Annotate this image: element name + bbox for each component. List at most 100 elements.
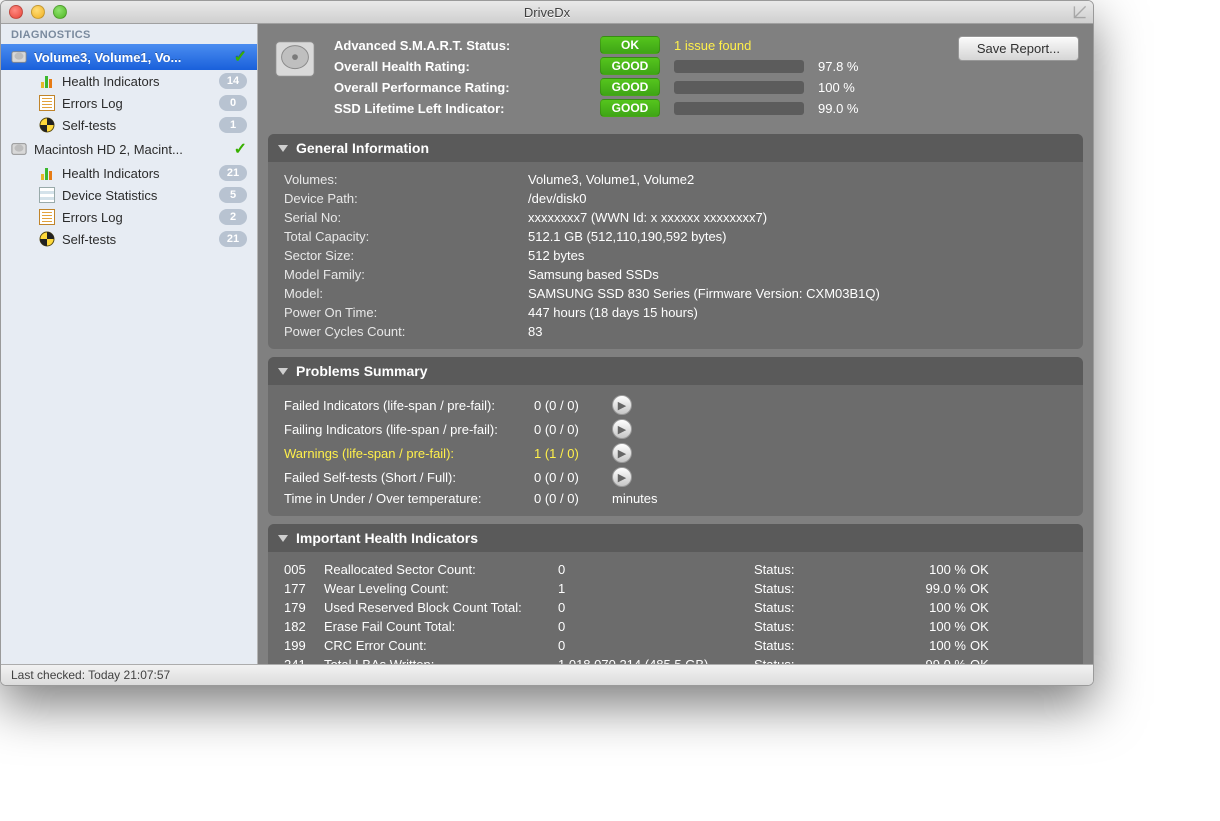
- percent-value: 99.0 %: [818, 101, 873, 116]
- window-title: DriveDx: [1, 5, 1093, 20]
- problem-key: Time in Under / Over temperature:: [284, 491, 528, 506]
- issue-text: 1 issue found: [674, 38, 751, 53]
- sidebar-child-item[interactable]: Errors Log 2: [1, 206, 257, 228]
- section-title: General Information: [296, 140, 429, 156]
- info-key: Total Capacity:: [284, 229, 528, 244]
- detail-button[interactable]: ▶: [612, 443, 632, 463]
- disclosure-triangle-icon[interactable]: [278, 535, 288, 542]
- problem-value: 0 (0 / 0): [534, 491, 606, 506]
- info-value: 512.1 GB (512,110,190,592 bytes): [528, 229, 727, 244]
- problem-value: 0 (0 / 0): [534, 470, 606, 485]
- top-status-row: SSD Lifetime Left Indicator:GOOD99.0 %: [334, 99, 942, 117]
- indicator-row: 179Used Reserved Block Count Total:0Stat…: [284, 598, 1067, 617]
- indicator-row: 182Erase Fail Count Total:0Status:100 %O…: [284, 617, 1067, 636]
- save-report-button[interactable]: Save Report...: [958, 36, 1079, 61]
- disclosure-triangle-icon[interactable]: [278, 145, 288, 152]
- pie-icon: [39, 231, 55, 247]
- problem-key: Failed Indicators (life-span / pre-fail)…: [284, 398, 528, 413]
- drive-icon: [11, 141, 27, 157]
- detail-button[interactable]: ▶: [612, 395, 632, 415]
- sidebar-item-label: Macintosh HD 2, Macint...: [34, 142, 227, 157]
- info-row: Device Path:/dev/disk0: [284, 189, 1067, 208]
- indicator-ok: OK: [970, 657, 1002, 664]
- sidebar-item-label: Device Statistics: [62, 188, 212, 203]
- info-value: SAMSUNG SSD 830 Series (Firmware Version…: [528, 286, 880, 301]
- check-icon: ✓: [234, 139, 247, 159]
- indicator-value: 0: [558, 638, 750, 653]
- log-icon: [39, 95, 55, 111]
- info-value: 83: [528, 324, 542, 339]
- sidebar-drive-item[interactable]: Volume3, Volume1, Vo...✓: [1, 44, 257, 70]
- sidebar-item-label: Errors Log: [62, 96, 212, 111]
- section-header-general[interactable]: General Information: [268, 134, 1083, 162]
- sidebar-child-item[interactable]: Device Statistics 5: [1, 184, 257, 206]
- indicator-value: 0: [558, 619, 750, 634]
- count-pill: 2: [219, 209, 247, 225]
- progress-bar: [674, 102, 804, 115]
- problem-row: Failed Self-tests (Short / Full): 0 (0 / …: [284, 465, 1067, 489]
- indicator-row: 005Reallocated Sector Count:0Status:100 …: [284, 560, 1067, 579]
- log-icon: [39, 209, 55, 225]
- problem-key: Failed Self-tests (Short / Full):: [284, 470, 528, 485]
- problem-row: Warnings (life-span / pre-fail):1 (1 / 0…: [284, 441, 1067, 465]
- content: DIAGNOSTICS Volume3, Volume1, Vo...✓Heal…: [1, 24, 1093, 664]
- count-pill: 14: [219, 73, 247, 89]
- main-panel[interactable]: Advanced S.M.A.R.T. Status:OK1 issue fou…: [258, 24, 1093, 664]
- indicator-row: 199CRC Error Count:0Status:100 %OK: [284, 636, 1067, 655]
- info-key: Device Path:: [284, 191, 528, 206]
- info-key: Serial No:: [284, 210, 528, 225]
- resize-icon[interactable]: [1073, 5, 1087, 19]
- section-header-indicators[interactable]: Important Health Indicators: [268, 524, 1083, 552]
- indicator-value: 1: [558, 581, 750, 596]
- detail-button[interactable]: ▶: [612, 419, 632, 439]
- sidebar-child-item[interactable]: Health Indicators21: [1, 162, 257, 184]
- general-body: Volumes:Volume3, Volume1, Volume2Device …: [268, 162, 1083, 349]
- indicator-status-label: Status:: [754, 638, 806, 653]
- section-title: Important Health Indicators: [296, 530, 478, 546]
- sidebar-child-item[interactable]: Health Indicators14: [1, 70, 257, 92]
- section-indicators: Important Health Indicators 005Reallocat…: [268, 524, 1083, 664]
- problem-value: 0 (0 / 0): [534, 398, 606, 413]
- sidebar-item-label: Health Indicators: [62, 166, 212, 181]
- titlebar: DriveDx: [1, 1, 1093, 24]
- section-header-problems[interactable]: Problems Summary: [268, 357, 1083, 385]
- info-key: Power Cycles Count:: [284, 324, 528, 339]
- progress-bar: [674, 81, 804, 94]
- indicator-percent: 100 %: [914, 600, 966, 615]
- disclosure-triangle-icon[interactable]: [278, 368, 288, 375]
- indicator-name: Total LBAs Written:: [324, 657, 554, 664]
- sidebar-child-item[interactable]: Errors Log0: [1, 92, 257, 114]
- progress-bar: [674, 60, 804, 73]
- indicator-value: 1,018,070,214 (485.5 GB): [558, 657, 750, 664]
- top-rows: Advanced S.M.A.R.T. Status:OK1 issue fou…: [334, 36, 942, 120]
- count-pill: 21: [219, 231, 247, 247]
- count-pill: 5: [219, 187, 247, 203]
- sidebar-drive-item[interactable]: Macintosh HD 2, Macint... ✓: [1, 136, 257, 162]
- sidebar-list: Volume3, Volume1, Vo...✓Health Indicator…: [1, 44, 257, 250]
- status-bar: Last checked: Today 21:07:57: [1, 664, 1093, 685]
- info-key: Model:: [284, 286, 528, 301]
- info-row: Power On Time:447 hours (18 days 15 hour…: [284, 303, 1067, 322]
- problem-row: Failing Indicators (life-span / pre-fail…: [284, 417, 1067, 441]
- indicator-name: CRC Error Count:: [324, 638, 554, 653]
- indicator-status-label: Status:: [754, 600, 806, 615]
- indicator-ok: OK: [970, 638, 1002, 653]
- status-text: Last checked: Today 21:07:57: [11, 668, 170, 682]
- indicator-ok: OK: [970, 600, 1002, 615]
- indicator-status-label: Status:: [754, 619, 806, 634]
- sidebar-item-label: Self-tests: [62, 118, 212, 133]
- problem-value: 1 (1 / 0): [534, 446, 606, 461]
- detail-button[interactable]: ▶: [612, 467, 632, 487]
- count-pill: 1: [219, 117, 247, 133]
- problem-row: Time in Under / Over temperature: 0 (0 / …: [284, 489, 1067, 508]
- sidebar-child-item[interactable]: Self-tests 1: [1, 114, 257, 136]
- indicator-percent: 100 %: [914, 619, 966, 634]
- pie-icon: [39, 117, 55, 133]
- info-key: Sector Size:: [284, 248, 528, 263]
- top-row-label: Overall Health Rating:: [334, 59, 586, 74]
- indicator-id: 241: [284, 657, 320, 664]
- sidebar-item-label: Errors Log: [62, 210, 212, 225]
- status-badge: GOOD: [600, 78, 660, 96]
- sidebar-child-item[interactable]: Self-tests21: [1, 228, 257, 250]
- info-row: Total Capacity:512.1 GB (512,110,190,592…: [284, 227, 1067, 246]
